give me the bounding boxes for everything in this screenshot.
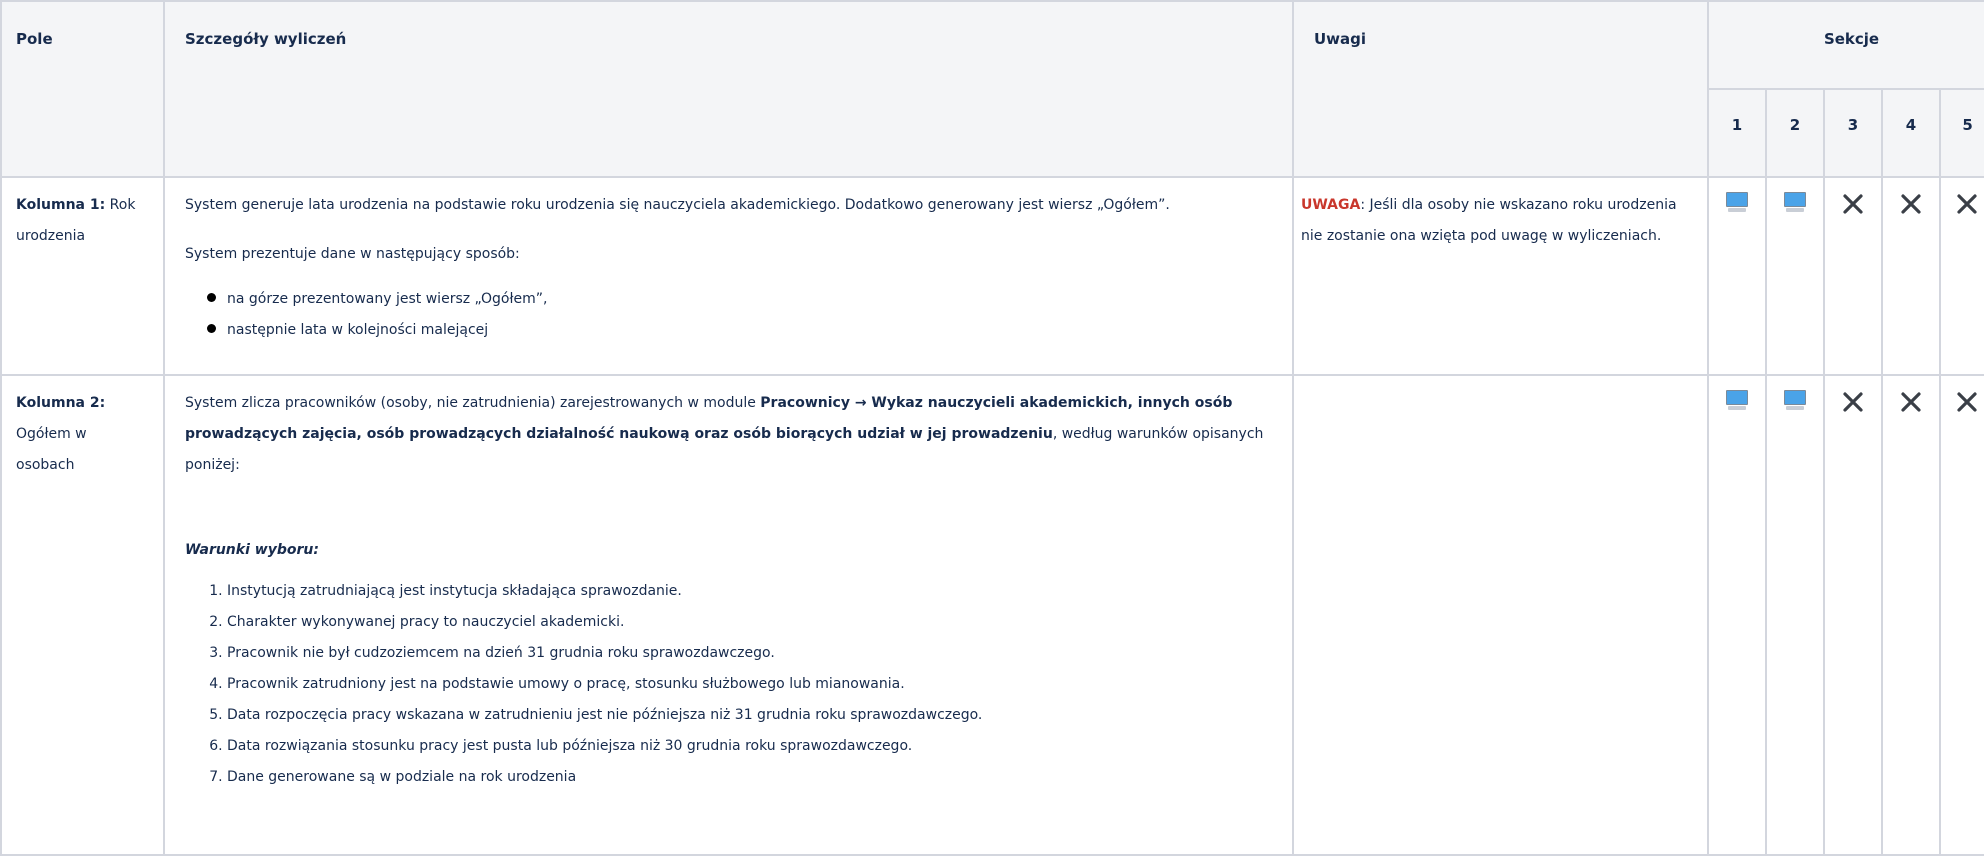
details-bullet-list: na górze prezentowany jest wiersz „Ogółe… xyxy=(185,284,1272,346)
list-item: Data rozwiązania stosunku pracy jest pus… xyxy=(227,731,1272,762)
section-2-cell xyxy=(1765,176,1825,376)
monitor-icon xyxy=(1784,390,1806,412)
x-icon xyxy=(1899,390,1923,414)
pole-label: Kolumna 2: xyxy=(16,395,106,411)
list-item: Data rozpoczęcia pracy wskazana w zatrud… xyxy=(227,700,1272,731)
x-icon xyxy=(1841,192,1865,216)
x-icon xyxy=(1899,192,1923,216)
pole-label: Kolumna 1: xyxy=(16,197,106,213)
list-item: Dane generowane są w podziale na rok uro… xyxy=(227,762,1272,793)
section-2-cell xyxy=(1765,374,1825,856)
header-pole: Pole xyxy=(0,0,165,178)
x-icon xyxy=(1955,390,1979,414)
header-section-2: 2 xyxy=(1765,88,1825,178)
remarks-cell xyxy=(1292,374,1709,856)
section-1-cell xyxy=(1707,374,1767,856)
header-szczegoly: Szczegóły wyliczeń xyxy=(163,0,1294,178)
remarks-cell: UWAGA: Jeśli dla osoby nie wskazano roku… xyxy=(1292,176,1709,376)
header-section-4: 4 xyxy=(1881,88,1941,178)
monitor-icon xyxy=(1726,192,1748,214)
pole-cell: Kolumna 1: Rok urodzenia xyxy=(0,176,165,376)
details-paragraph: System prezentuje dane w następujący spo… xyxy=(185,246,520,262)
section-3-cell xyxy=(1823,374,1883,856)
list-item: Instytucją zatrudniającą jest instytucja… xyxy=(227,576,1272,607)
monitor-icon xyxy=(1726,390,1748,412)
details-cell: System generuje lata urodzenia na podsta… xyxy=(163,176,1294,376)
table-row: Kolumna 2: Ogółem w osobach System zlicz… xyxy=(0,374,1984,856)
list-item: na górze prezentowany jest wiersz „Ogółe… xyxy=(207,284,1272,315)
details-paragraph: System zlicza pracowników (osoby, nie za… xyxy=(185,388,1272,481)
conditions-list: Instytucją zatrudniającą jest instytucja… xyxy=(185,576,1272,793)
section-4-cell xyxy=(1881,374,1941,856)
pole-cell: Kolumna 2: Ogółem w osobach xyxy=(0,374,165,856)
section-4-cell xyxy=(1881,176,1941,376)
section-5-cell xyxy=(1938,176,1984,376)
details-text: System zlicza pracowników (osoby, nie za… xyxy=(185,395,761,411)
details-cell: System zlicza pracowników (osoby, nie za… xyxy=(163,374,1294,856)
x-icon xyxy=(1955,192,1979,216)
conditions-title: Warunki wyboru: xyxy=(185,542,319,558)
x-icon xyxy=(1841,390,1865,414)
header-section-3: 3 xyxy=(1823,88,1883,178)
warning-label: UWAGA xyxy=(1301,197,1361,213)
list-item: Charakter wykonywanej pracy to nauczycie… xyxy=(227,607,1272,638)
header-section-5: 5 xyxy=(1938,88,1984,178)
pole-text: Ogółem w osobach xyxy=(16,426,87,473)
monitor-icon xyxy=(1784,192,1806,214)
section-5-cell xyxy=(1938,374,1984,856)
header-uwagi: Uwagi xyxy=(1292,0,1709,178)
section-3-cell xyxy=(1823,176,1883,376)
header-sekcje: Sekcje xyxy=(1706,0,1984,90)
section-1-cell xyxy=(1707,176,1767,376)
list-item: Pracownik zatrudniony jest na podstawie … xyxy=(227,669,1272,700)
table-row: Kolumna 1: Rok urodzenia System generuje… xyxy=(0,176,1984,376)
spec-table: Pole Szczegóły wyliczeń Uwagi Sekcje 1 2… xyxy=(0,0,1984,856)
header-section-1: 1 xyxy=(1707,88,1767,178)
list-item: Pracownik nie był cudzoziemcem na dzień … xyxy=(227,638,1272,669)
details-paragraph: System generuje lata urodzenia na podsta… xyxy=(185,197,1170,213)
list-item: następnie lata w kolejności malejącej xyxy=(207,315,1272,346)
